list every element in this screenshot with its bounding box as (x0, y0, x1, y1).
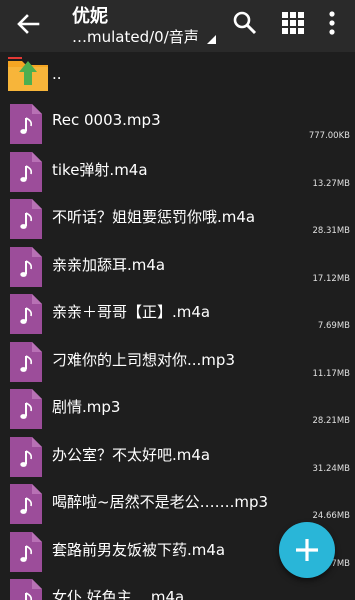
audio-file-icon (10, 579, 42, 600)
top-toolbar: 优妮 …mulated/0/音声 (0, 0, 355, 52)
file-name: Rec 0003.mp3 (52, 111, 161, 129)
folder-up-icon (8, 57, 48, 91)
file-size: 777.00KB (308, 131, 350, 141)
audio-file-icon (10, 389, 42, 429)
audio-file-icon (10, 531, 42, 572)
current-path[interactable]: …mulated/0/音声 (72, 26, 199, 47)
folder-title: 优妮 (72, 6, 108, 27)
file-name: 刁难你的上司想对你...mp3 (52, 350, 235, 369)
file-row[interactable]: 刁难你的上司想对你...mp3 11.17MB (0, 336, 355, 383)
file-row[interactable]: tike弹射.m4a 13.27MB (0, 146, 355, 193)
path-dropdown-icon[interactable] (207, 35, 216, 44)
audio-file-icon (10, 246, 42, 287)
file-name: 女仆 好色主....m4a (52, 588, 185, 600)
audio-file-icon (10, 104, 42, 144)
audio-file-icon (10, 484, 42, 524)
search-icon (233, 11, 257, 35)
file-size: 13.27MB (312, 178, 351, 189)
file-name: 喝醉啦~居然不是老公…….mp3 (52, 493, 269, 511)
file-row[interactable]: 不听话？姐姐要惩罚你哦.m4a 28.31MB (0, 193, 355, 240)
grid-view-button[interactable] (280, 10, 306, 36)
file-list: .. Rec 0003.mp3 777.00KB tike弹射.m4a 13.27MB… (0, 52, 355, 600)
audio-file-icon (10, 436, 42, 477)
file-name: tike弹射.m4a (52, 160, 148, 179)
audio-file-icon (10, 294, 42, 334)
file-size: 28.31MB (312, 226, 351, 236)
file-name: 亲亲＋哥哥【正】.m4a (52, 303, 211, 321)
file-name: 剧情.mp3 (52, 398, 121, 416)
file-row[interactable]: 亲亲＋哥哥【正】.m4a 7.69MB (0, 288, 355, 335)
file-row[interactable]: 办公室？不太好吧.m4a 31.24MB (0, 431, 355, 478)
add-button[interactable] (279, 522, 335, 578)
file-size: 24.66MB (312, 511, 351, 521)
audio-file-icon (10, 151, 42, 192)
file-name: 套路前男友饭被下药.m4a (52, 540, 226, 559)
file-row[interactable]: 亲亲加舔耳.m4a 17.12MB (0, 241, 355, 288)
search-button[interactable] (232, 10, 258, 36)
file-name: 不听话？姐姐要惩罚你哦.m4a (52, 208, 256, 226)
file-name: 亲亲加舔耳.m4a (52, 255, 166, 274)
file-row[interactable]: 剧情.mp3 28.21MB (0, 383, 355, 430)
file-row[interactable]: Rec 0003.mp3 777.00KB (0, 98, 355, 145)
audio-file-icon (10, 199, 42, 239)
file-size: 17.12MB (312, 273, 351, 284)
grid-view-icon (282, 12, 304, 34)
file-size: 28.21MB (312, 416, 351, 426)
plus-icon (296, 539, 318, 561)
parent-folder-row[interactable]: .. (0, 52, 355, 99)
back-button[interactable] (14, 10, 42, 38)
more-vert-icon (329, 11, 335, 35)
arrow-left-icon (17, 14, 40, 34)
file-size: 11.17MB (312, 368, 351, 379)
file-size: 7.69MB (317, 321, 350, 331)
parent-folder-label: .. (52, 65, 62, 83)
more-options-button[interactable] (321, 10, 343, 36)
file-name: 办公室？不太好吧.m4a (52, 445, 211, 464)
file-size: 31.24MB (312, 463, 351, 474)
audio-file-icon (10, 341, 42, 382)
file-row[interactable]: 喝醉啦~居然不是老公…….mp3 24.66MB (0, 478, 355, 525)
